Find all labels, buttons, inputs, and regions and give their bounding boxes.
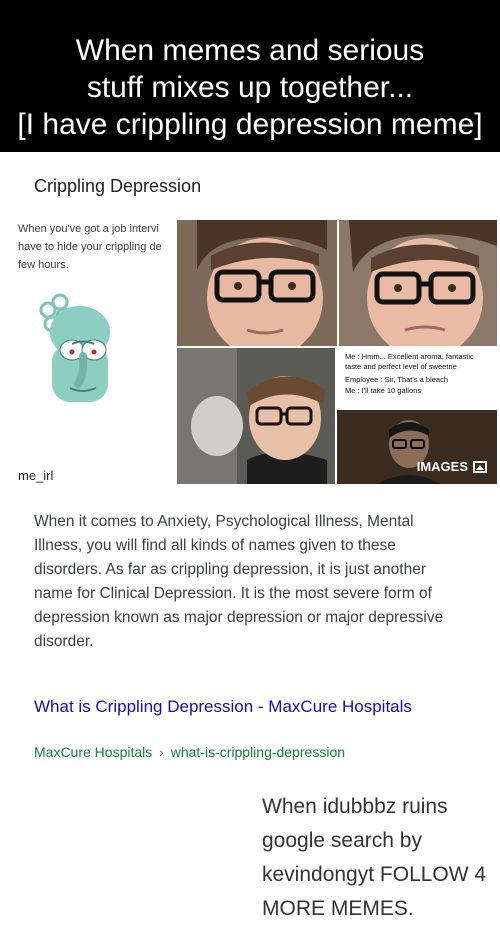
image-grid: When you've got a job intervi have to hi…	[12, 220, 497, 484]
caption-line: When memes and serious	[75, 34, 425, 67]
person-photo	[177, 348, 335, 484]
images-text: IMAGES	[416, 459, 468, 474]
image-caption-text: When you've got a job intervi have to hi…	[18, 220, 173, 274]
image-gallery-icon	[473, 460, 487, 473]
face-photo	[339, 220, 497, 346]
me-irl-label: me_irl	[18, 468, 54, 483]
result-title-link[interactable]: What is Crippling Depression - MaxCure H…	[34, 696, 464, 717]
result-breadcrumb[interactable]: MaxCure Hospitals › what-is-crippling-de…	[34, 744, 345, 760]
google-knowledge-card: Crippling Depression When you've got a j…	[12, 152, 500, 776]
dialog-line: Me : I'll take 10 gallons	[345, 386, 422, 395]
meme-caption: When memes and serious stuff mixes up to…	[0, 0, 500, 152]
watermark-text: When idubbbz ruins google search by kevi…	[262, 795, 487, 920]
image-tile-squidward[interactable]: When you've got a job intervi have to hi…	[12, 220, 175, 484]
dialog-line: taste and perfect level of sweetne	[345, 362, 457, 371]
image-text-line: When you've got a job intervi	[18, 223, 159, 235]
featured-snippet-text: When it comes to Anxiety, Psychological …	[34, 513, 444, 650]
image-tile-bleach-dialog[interactable]: Me : Hmm... Excellent aroma, fantastic t…	[337, 348, 497, 408]
result-site: MaxCure Hospitals	[34, 744, 153, 760]
image-tile-guy-glasses[interactable]	[177, 348, 335, 484]
image-tile-face-2[interactable]	[339, 220, 497, 346]
image-tile-face-1[interactable]	[177, 220, 337, 346]
caption-line: [I have crippling depression meme]	[17, 108, 483, 141]
face-photo	[177, 220, 337, 346]
dialog-line: Me : Hmm... Excellent aroma, fantastic	[345, 352, 474, 361]
image-text-line: few hours.	[18, 259, 69, 271]
caption-line: stuff mixes up together...	[86, 71, 414, 104]
card-title: Crippling Depression	[34, 176, 202, 196]
breadcrumb-separator: ›	[159, 744, 164, 760]
images-more-label: IMAGES	[417, 459, 487, 474]
dialog-line: Employee : Sir, That's a bleach	[345, 375, 449, 384]
images-more-tile[interactable]: IMAGES	[337, 410, 497, 484]
result-path: what-is-crippling-depression	[170, 744, 346, 760]
image-text-line: have to hide your crippling de	[18, 241, 162, 253]
squidward-illustration	[12, 293, 175, 484]
